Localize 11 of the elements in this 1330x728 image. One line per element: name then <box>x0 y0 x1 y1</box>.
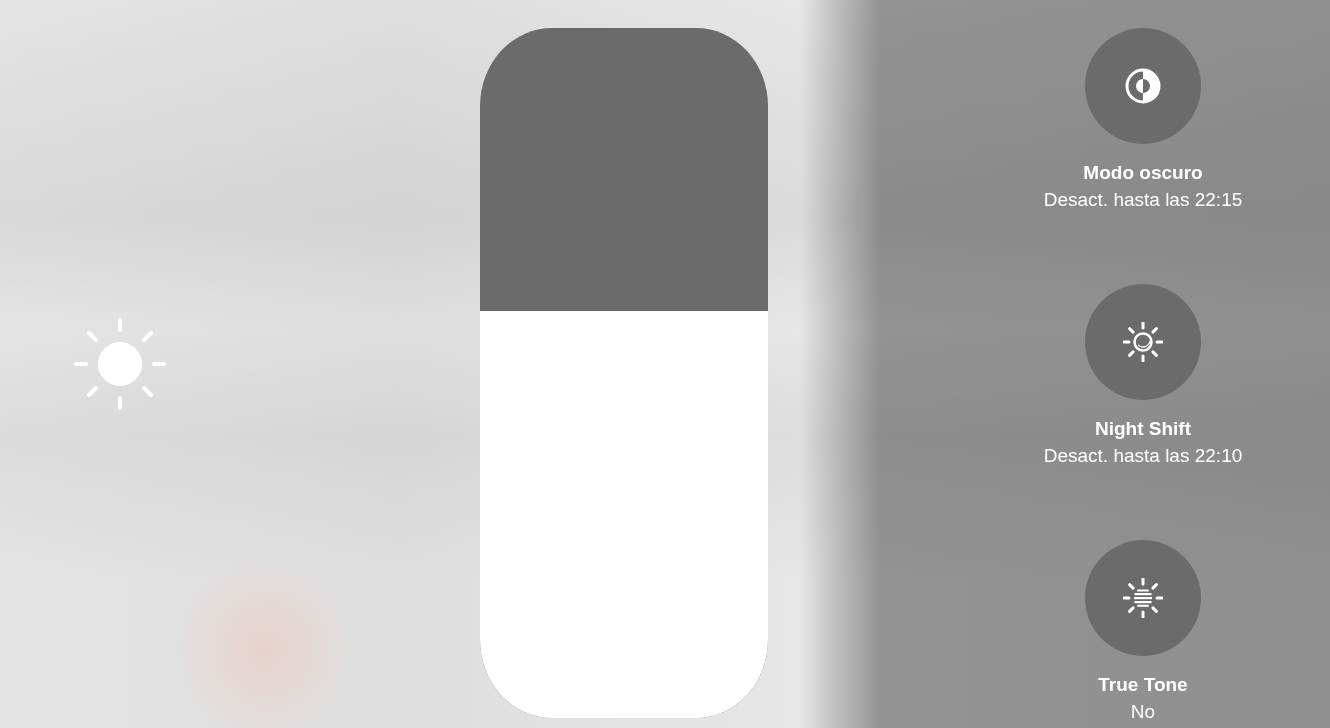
toggle-title: Night Shift <box>1095 417 1191 441</box>
toggle-title: True Tone <box>1098 673 1188 697</box>
toggle-status: No <box>1130 700 1156 724</box>
sun-icon <box>74 318 166 410</box>
toggle-status: Desact. hasta las 22:10 <box>1043 444 1243 468</box>
toggle-status: Desact. hasta las 22:15 <box>1043 188 1243 212</box>
sun-moon-icon <box>1123 322 1163 362</box>
brightness-slider[interactable] <box>480 28 768 718</box>
half-circle-icon <box>1123 66 1163 106</box>
toggle-title: Modo oscuro <box>1083 161 1203 185</box>
striped-sun-icon <box>1123 578 1163 618</box>
